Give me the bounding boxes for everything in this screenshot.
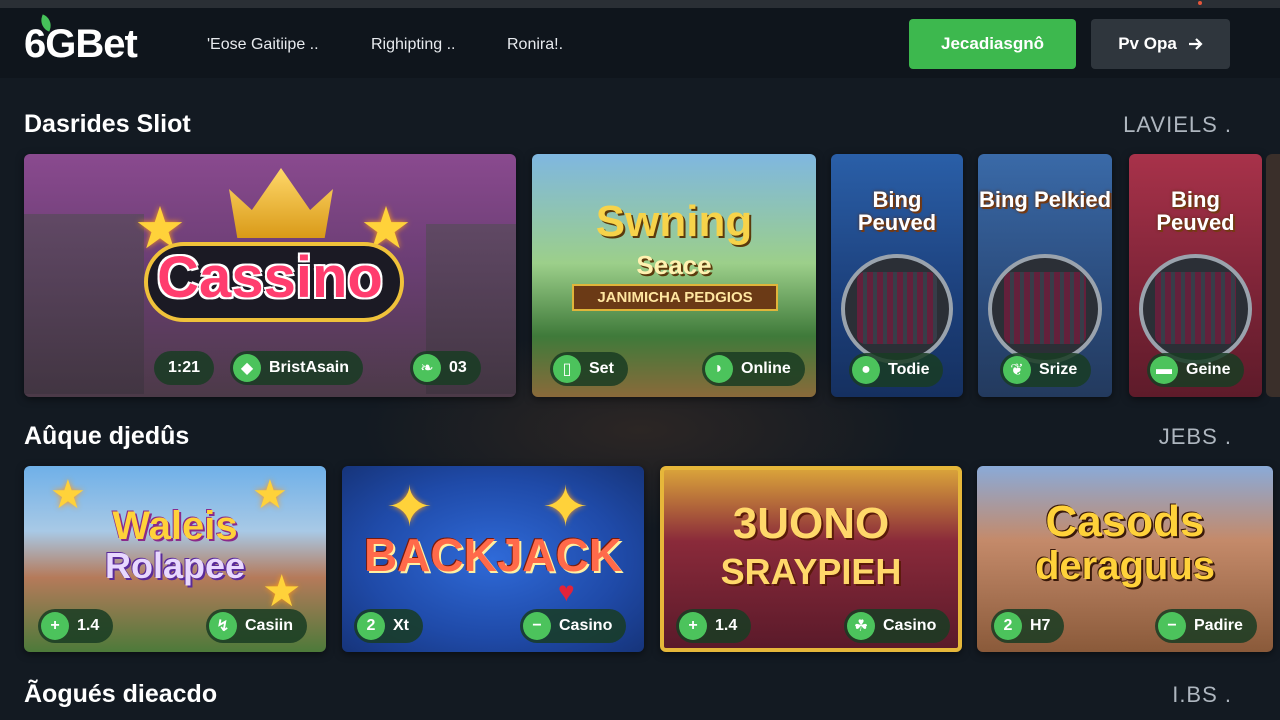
leaf-icon: ❧: [413, 354, 441, 382]
notification-dot-icon: [1198, 1, 1202, 5]
game-card-cassino[interactable]: ★ ★ Cassino 1:21 ◆ BristAsain ❧ 03: [24, 154, 516, 397]
minus-icon: −: [1158, 612, 1186, 640]
tag-label: Padire: [1194, 617, 1243, 634]
card-icon: ▯: [553, 355, 581, 383]
chip-icon: ▬: [1150, 356, 1178, 384]
logo-text: 6GBet: [24, 22, 138, 66]
game-title-art: 3UONO: [732, 499, 890, 548]
game-card-backjack[interactable]: ✦ ✦ BACKJACK ♥ 2 Xt − Casino: [342, 466, 644, 652]
site-header: 6GBet 'Eose Gaitiipe .. Righipting .. Ro…: [0, 8, 1280, 78]
tag-label: Xt: [393, 617, 409, 634]
secondary-button-label: Pv Opa: [1118, 34, 1177, 53]
tag-label: Casiin: [245, 617, 294, 634]
game-tag: ● Todie: [849, 353, 944, 387]
leaf-icon: ☘: [847, 612, 875, 640]
nav-item-3[interactable]: Ronira!.: [507, 36, 563, 54]
game-tag: ❧ 03: [410, 351, 481, 385]
game-title-art-line2: deraguus: [1034, 544, 1216, 588]
tag-label: 1.4: [77, 617, 100, 634]
tag-label: H7: [1030, 617, 1051, 634]
game-tag: 1:21: [154, 351, 215, 385]
crown-icon: [229, 168, 333, 238]
reel-grid: [857, 272, 937, 344]
game-tag: − Padire: [1155, 609, 1257, 643]
chip-icon: ●: [852, 356, 880, 384]
plus-icon: +: [679, 612, 707, 640]
game-title-art: Bing Peuved: [857, 187, 937, 236]
reel-grid: [1004, 272, 1086, 344]
secondary-action-button[interactable]: Pv Opa: [1091, 19, 1230, 69]
arrow-right-icon: [1188, 38, 1203, 50]
game-title-art-line2: Rolapee: [104, 545, 246, 586]
tag-label: Srize: [1039, 361, 1078, 378]
game-title-art-line2: Seace: [636, 250, 712, 280]
window-top-strip: [0, 0, 1280, 8]
tag-label: Casino: [559, 617, 613, 634]
tag-label: 03: [449, 359, 467, 376]
game-title-art: BACKJACK: [363, 529, 623, 581]
game-card-3uono-sraypieh[interactable]: 3UONO SRAYPIEH +1.4 ☘ Casino: [660, 466, 962, 652]
game-title-art: Bing Pelkied: [978, 187, 1112, 212]
plus-icon: +: [41, 612, 69, 640]
diamond-icon: ◆: [233, 354, 261, 382]
tag-label: Casino: [883, 617, 937, 634]
share-icon: ↯: [209, 612, 237, 640]
game-tag: +1.4: [676, 609, 752, 643]
game-card-waleis-rolapee[interactable]: ★ ★ ★ Waleis Rolapee +1.4 ↯ Casiin: [24, 466, 326, 652]
number-icon: 2: [357, 612, 385, 640]
tag-label: Todie: [888, 361, 930, 378]
game-card-casods-deraguus[interactable]: Casods deraguus 2 H7 − Padire: [977, 466, 1273, 652]
section-3-title: Ãogués dieacdo: [24, 680, 218, 708]
game-title-art: Casods: [1045, 497, 1205, 546]
section-1-more-link[interactable]: LAVIELS .: [1123, 112, 1232, 138]
nav-item-2[interactable]: Righipting ..: [371, 36, 456, 54]
game-title-art: Cassino: [157, 245, 383, 310]
game-card-swning[interactable]: Swning Seace JANIMICHA PEDGIOS ▯ Set ◗ Onl…: [532, 154, 816, 397]
tag-label: Set: [589, 360, 614, 377]
game-tag: 2 H7: [991, 609, 1065, 643]
section-2-title: Aûque djedûs: [24, 422, 190, 450]
game-title-art: Swning: [595, 197, 753, 246]
game-tag: ❦ Srize: [1000, 353, 1092, 387]
game-title-art: Bing Peuved: [1156, 187, 1235, 236]
game-card-bing-peuved-2[interactable]: Bing Peuved ▬ Geine: [1129, 154, 1262, 397]
tag-label: 1.4: [715, 617, 738, 634]
game-title-art-line2: SRAYPIEH: [720, 551, 902, 592]
shield-icon: ◗: [705, 355, 733, 383]
game-tag: ◆ BristAsain: [230, 351, 364, 385]
section-1-title: Dasrides Sliot: [24, 110, 191, 138]
game-tag: ☘ Casino: [844, 609, 951, 643]
heart-icon: ♥: [558, 576, 575, 607]
game-tag: 2 Xt: [354, 609, 423, 643]
tag-label: Geine: [1186, 361, 1231, 378]
nav-item-1[interactable]: 'Eose Gaitiipe ..: [207, 36, 319, 54]
reel-grid: [1155, 272, 1236, 344]
section-3-more-link[interactable]: I.BS .: [1172, 682, 1232, 708]
game-tag: +1.4: [38, 609, 114, 643]
game-tag: ▯ Set: [550, 352, 628, 386]
game-title-art: Waleis: [112, 504, 238, 548]
tag-label: Online: [741, 360, 791, 377]
game-subtitle-banner: JANIMICHA PEDGIOS: [572, 284, 778, 311]
game-card-bing-peuved[interactable]: Bing Peuved ● Todie: [831, 154, 963, 397]
game-tag: ▬ Geine: [1147, 353, 1245, 387]
game-tag: ↯ Casiin: [206, 609, 308, 643]
minus-icon: −: [523, 612, 551, 640]
number-icon: 2: [994, 612, 1022, 640]
primary-action-button[interactable]: Jecadiasgnô: [909, 19, 1076, 69]
game-tag: − Casino: [520, 609, 627, 643]
game-tag: ◗ Online: [702, 352, 805, 386]
game-card-partial[interactable]: [1266, 154, 1280, 397]
leaf-icon: ❦: [1003, 356, 1031, 384]
game-card-bing-pelkied[interactable]: Bing Pelkied ❦ Srize: [978, 154, 1112, 397]
tag-label: BristAsain: [269, 359, 350, 376]
site-logo[interactable]: 6GBet: [24, 14, 138, 67]
section-2-more-link[interactable]: JEBS .: [1159, 424, 1232, 450]
